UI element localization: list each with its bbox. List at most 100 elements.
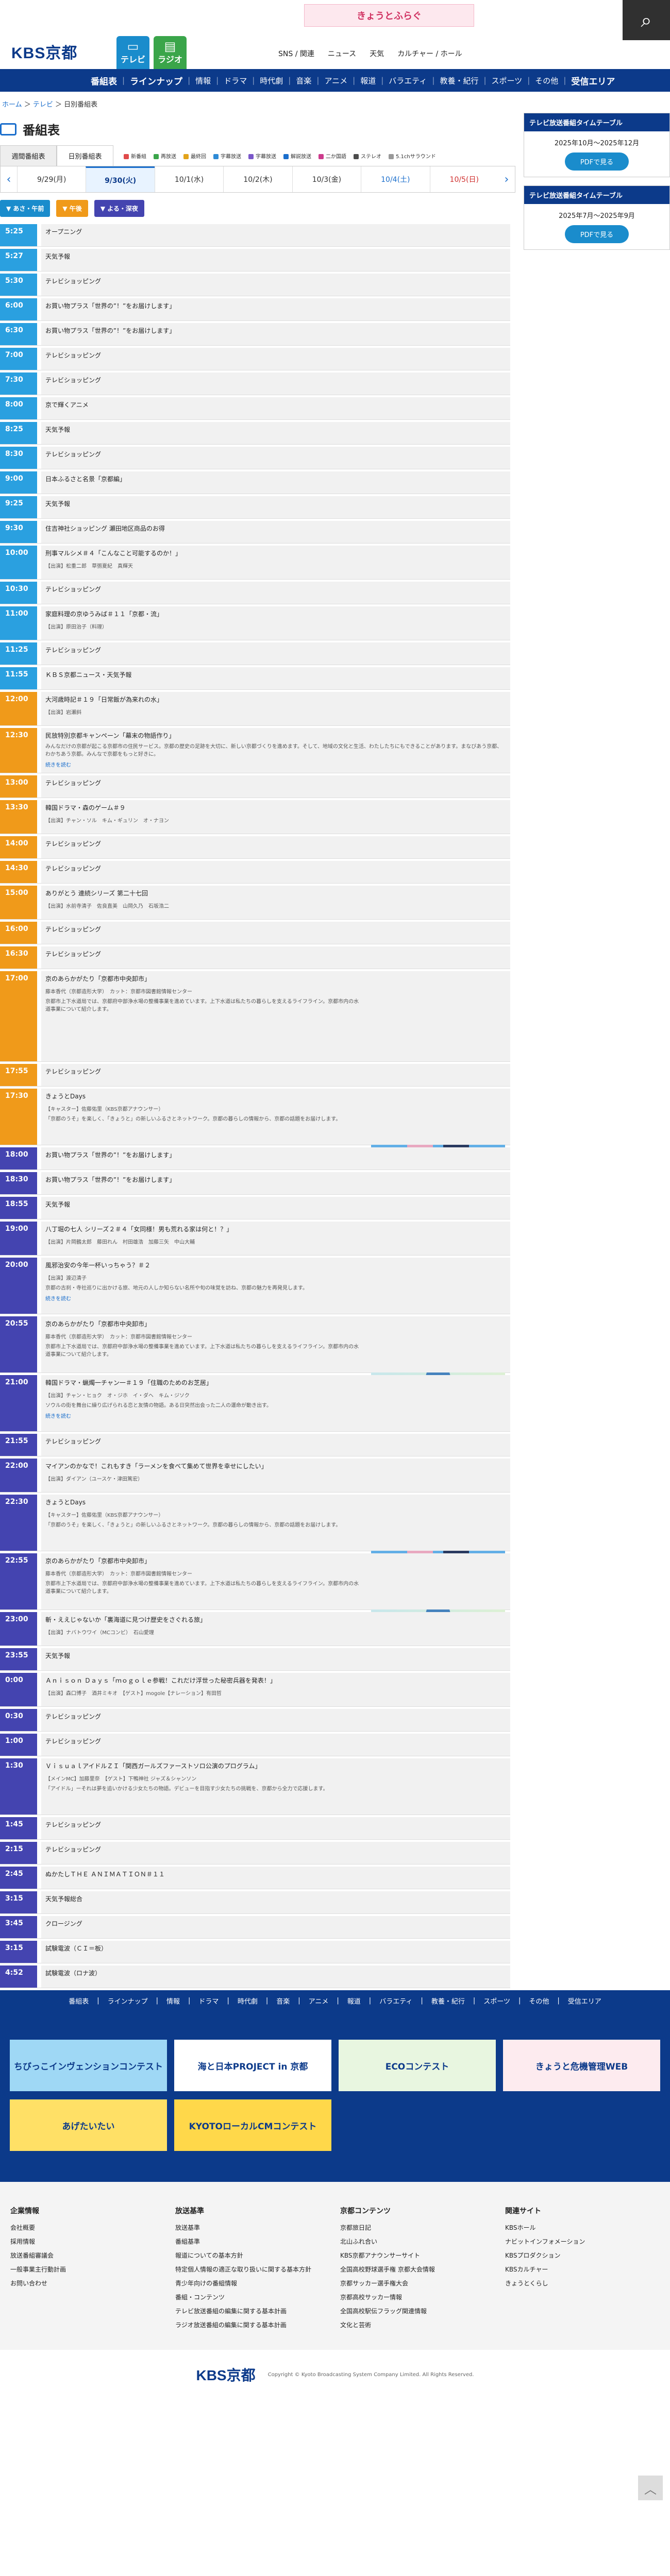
footer-nav-item[interactable]: その他 — [525, 1996, 553, 2006]
program-title[interactable]: 日本ふるさと名景「京都編」 — [45, 474, 506, 483]
program-title[interactable]: テレビショッピング — [45, 646, 506, 654]
footer-nav-item[interactable]: 時代劇 — [233, 1996, 262, 2006]
program-row[interactable]: 4:52 試験電波（ロナ波） — [0, 1965, 510, 1988]
program-title[interactable]: テレビショッピング — [45, 778, 506, 787]
promo-banner[interactable]: 海と日本PROJECT in 京都 — [174, 2040, 331, 2091]
footer-link[interactable]: 京都旅日記 — [340, 2223, 500, 2232]
program-title[interactable]: 八丁堀の七人 シリーズ２＃４「女同様！男も荒れる家は何と！？」 — [45, 1225, 506, 1233]
program-row[interactable]: 18:00 お買い物プラス「世界の”！”をお届けします」 — [0, 1147, 510, 1170]
program-title[interactable]: 韓国ドラマ・蝋燭一チャン一＃１９「住職のためのお芝居」 — [45, 1378, 506, 1387]
promo-banner[interactable]: きょうと危機管理WEB — [503, 2040, 660, 2091]
footer-link[interactable]: 番組・コンテンツ — [175, 2293, 335, 2301]
program-row[interactable]: 23:00 斬・ええじゃないか「裏海道に見つけ歴史をさぐれる旅」 【出演】ナバトウワ… — [0, 1612, 510, 1646]
date-tab[interactable]: 10/3(金) — [292, 166, 361, 192]
program-row[interactable]: 5:27 天気予報 — [0, 249, 510, 272]
footer-link[interactable]: 特定個人情報の適正な取り扱いに関する基本方針 — [175, 2265, 335, 2274]
program-row[interactable]: 8:25 天気予報 — [0, 422, 510, 445]
program-row[interactable]: 3:15 天気予報総合 — [0, 1891, 510, 1914]
tv-tab[interactable]: ▭ テレビ — [116, 36, 149, 69]
footer-link[interactable]: 京都サッカー選手権大会 — [340, 2279, 500, 2287]
program-title[interactable]: テレビショッピング — [45, 839, 506, 848]
program-title[interactable]: きょうとDays — [45, 1092, 506, 1100]
gnav-item[interactable]: 受信エリア — [566, 74, 620, 87]
pdf-button[interactable]: PDFで見る — [564, 152, 629, 171]
program-row[interactable]: 23:55 天気予報 — [0, 1648, 510, 1671]
footer-nav-item[interactable]: バラエティ — [375, 1996, 416, 2006]
program-row[interactable]: 5:25 オープニング — [0, 224, 510, 247]
program-row[interactable]: 2:45 ぬかたしＴＨＥ ＡＮＩＭＡＴＩＯＮ＃１１ — [0, 1867, 510, 1889]
promo-banner[interactable]: KYOTOローカルCMコンテスト — [174, 2099, 331, 2151]
date-tab[interactable]: 9/29(月) — [17, 166, 86, 192]
program-row[interactable]: 0:00 Ａｎｉｓｏｎ Ｄａｙｓ「ｍｏｇｏｌｅ参戦！これだけ浮世った秘密兵器を発表… — [0, 1673, 510, 1707]
footer-link[interactable]: 会社概要 — [10, 2223, 170, 2232]
program-row[interactable]: 5:30 テレビショッピング — [0, 274, 510, 296]
footer-nav-item[interactable]: ドラマ — [194, 1996, 223, 2006]
footer-nav-item[interactable]: 教養・紀行 — [427, 1996, 469, 2006]
program-title[interactable]: テレビショッピング — [45, 1845, 506, 1854]
gnav-item[interactable]: ラインナップ — [125, 74, 188, 87]
program-title[interactable]: テレビショッピング — [45, 351, 506, 360]
program-row[interactable]: 9:25 天気予報 — [0, 496, 510, 519]
utility-link-culture[interactable]: カルチャー / ホール — [397, 48, 462, 59]
date-tab[interactable]: 10/4(土) — [361, 166, 429, 192]
program-title[interactable]: ＶｉｓｕａｌアイドルＺＩ「関西ガールズファーストソロ公演のプログラム」 — [45, 1761, 506, 1770]
program-title[interactable]: テレビショッピング — [45, 1737, 506, 1745]
gnav-item[interactable]: スポーツ — [487, 75, 528, 86]
program-row[interactable]: 17:00▢✕京のあらかがたり「京都市中央卸市」藤本香代（京都造形大学） カット… — [0, 971, 510, 1062]
program-title[interactable]: テレビショッピング — [45, 1820, 506, 1829]
program-row[interactable]: 11:55 ＫＢＳ京都ニュース・天気予報 — [0, 667, 510, 690]
time-jump-button[interactable]: ▼ 午後 — [56, 200, 88, 217]
program-row[interactable]: 21:55 テレビショッピング — [0, 1434, 510, 1456]
program-title[interactable]: お買い物プラス「世界の”！”をお届けします」 — [45, 1150, 506, 1159]
time-jump-button[interactable]: ▼ よる・深夜 — [94, 200, 144, 217]
program-title[interactable]: テレビショッピング — [45, 585, 506, 594]
program-title[interactable]: きょうとDays — [45, 1498, 506, 1506]
program-row[interactable]: 18:55 天気予報 — [0, 1197, 510, 1219]
date-tab[interactable]: 10/1(水) — [154, 166, 223, 192]
program-row[interactable]: 18:30 お買い物プラス「世界の”！”をお届けします」 — [0, 1172, 510, 1195]
program-row[interactable]: 20:00 風邪治安の今年一杯いっちゃう？＃２ 【出演】渡辺清子 京都の古刹・寺社巡り… — [0, 1258, 510, 1314]
program-row[interactable]: 1:30 ＶｉｓｕａｌアイドルＺＩ「関西ガールズファーストソロ公演のプログラム」【… — [0, 1758, 510, 1815]
program-title[interactable]: 天気予報総合 — [45, 1894, 506, 1903]
gnav-item[interactable]: 番組表 — [86, 74, 122, 87]
gnav-item[interactable]: 時代劇 — [255, 75, 288, 86]
program-row[interactable]: 9:30 住吉神社ショッピング 瀬田地区商品のお得 — [0, 521, 510, 544]
footer-link[interactable]: 放送番組審議会 — [10, 2251, 170, 2260]
program-row[interactable]: 3:45 クロージング — [0, 1916, 510, 1939]
program-title[interactable]: クロージング — [45, 1919, 506, 1928]
program-row[interactable]: 11:25 テレビショッピング — [0, 642, 510, 665]
program-row[interactable]: 10:00 刑事マルシメ＃４「こんなこと可能するのか！」 【出演】松重二郎 草彅夏紀… — [0, 546, 510, 580]
program-title[interactable]: オープニング — [45, 227, 506, 236]
footer-nav-item[interactable]: 番組表 — [64, 1996, 93, 2006]
program-title[interactable]: テレビショッピング — [45, 864, 506, 873]
promo-banner[interactable]: あげたいたい — [10, 2099, 167, 2151]
footer-link[interactable]: 全国高校野球選手権 京都大会情報 — [340, 2265, 500, 2274]
date-tab[interactable]: 9/30(火) — [86, 166, 155, 192]
program-row[interactable]: 17:55 テレビショッピング — [0, 1064, 510, 1087]
footer-link[interactable]: 全国高校駅伝フラッグ関連情報 — [340, 2307, 500, 2315]
program-row[interactable]: 22:00 マイアンのかなで！これもすき「ラーメンを食べて集めて世界を幸せにしたい… — [0, 1459, 510, 1493]
footer-nav-item[interactable]: スポーツ — [479, 1996, 514, 2006]
promo-banner[interactable]: ちびっこインヴェンションコンテスト — [10, 2040, 167, 2091]
program-title[interactable]: テレビショッピング — [45, 376, 506, 384]
program-row[interactable]: 0:30 テレビショッピング — [0, 1709, 510, 1732]
program-row[interactable]: 14:30 テレビショッピング — [0, 861, 510, 884]
program-row[interactable]: 22:55▢✕京のあらかがたり「京都市中央卸市」藤本香代（京都造形大学） カット… — [0, 1553, 510, 1633]
footer-link[interactable]: 放送基準 — [175, 2223, 335, 2232]
program-row[interactable]: 7:30 テレビショッピング — [0, 372, 510, 395]
program-title[interactable]: 京のあらかがたり「京都市中央卸市」 — [45, 1319, 506, 1328]
read-more-link[interactable]: 続きを読む — [45, 1413, 506, 1420]
program-title[interactable]: 天気予報 — [45, 252, 506, 261]
program-title[interactable]: テレビショッピング — [45, 277, 506, 285]
program-title[interactable]: テレビショッピング — [45, 1067, 506, 1076]
footer-link[interactable]: KBSホール — [505, 2223, 665, 2232]
program-title[interactable]: 京のあらかがたり「京都市中央卸市」 — [45, 1556, 506, 1565]
program-title[interactable]: お買い物プラス「世界の”！”をお届けします」 — [45, 326, 506, 335]
program-row[interactable]: 10:30 テレビショッピング — [0, 582, 510, 604]
site-logo[interactable]: KBS京都 — [11, 40, 77, 63]
program-title[interactable]: テレビショッピング — [45, 1712, 506, 1721]
program-row[interactable]: 12:30 民放特別京都キャンペーン「幕末の物語作り」 みんなだけの京都が起こる京都… — [0, 728, 510, 773]
radio-tab[interactable]: ▤ ラジオ — [154, 36, 187, 69]
footer-link[interactable]: 一般事業主行動計画 — [10, 2265, 170, 2274]
program-title[interactable]: Ａｎｉｓｏｎ Ｄａｙｓ「ｍｏｇｏｌｅ参戦！これだけ浮世った秘密兵器を発表！」 — [45, 1676, 506, 1685]
